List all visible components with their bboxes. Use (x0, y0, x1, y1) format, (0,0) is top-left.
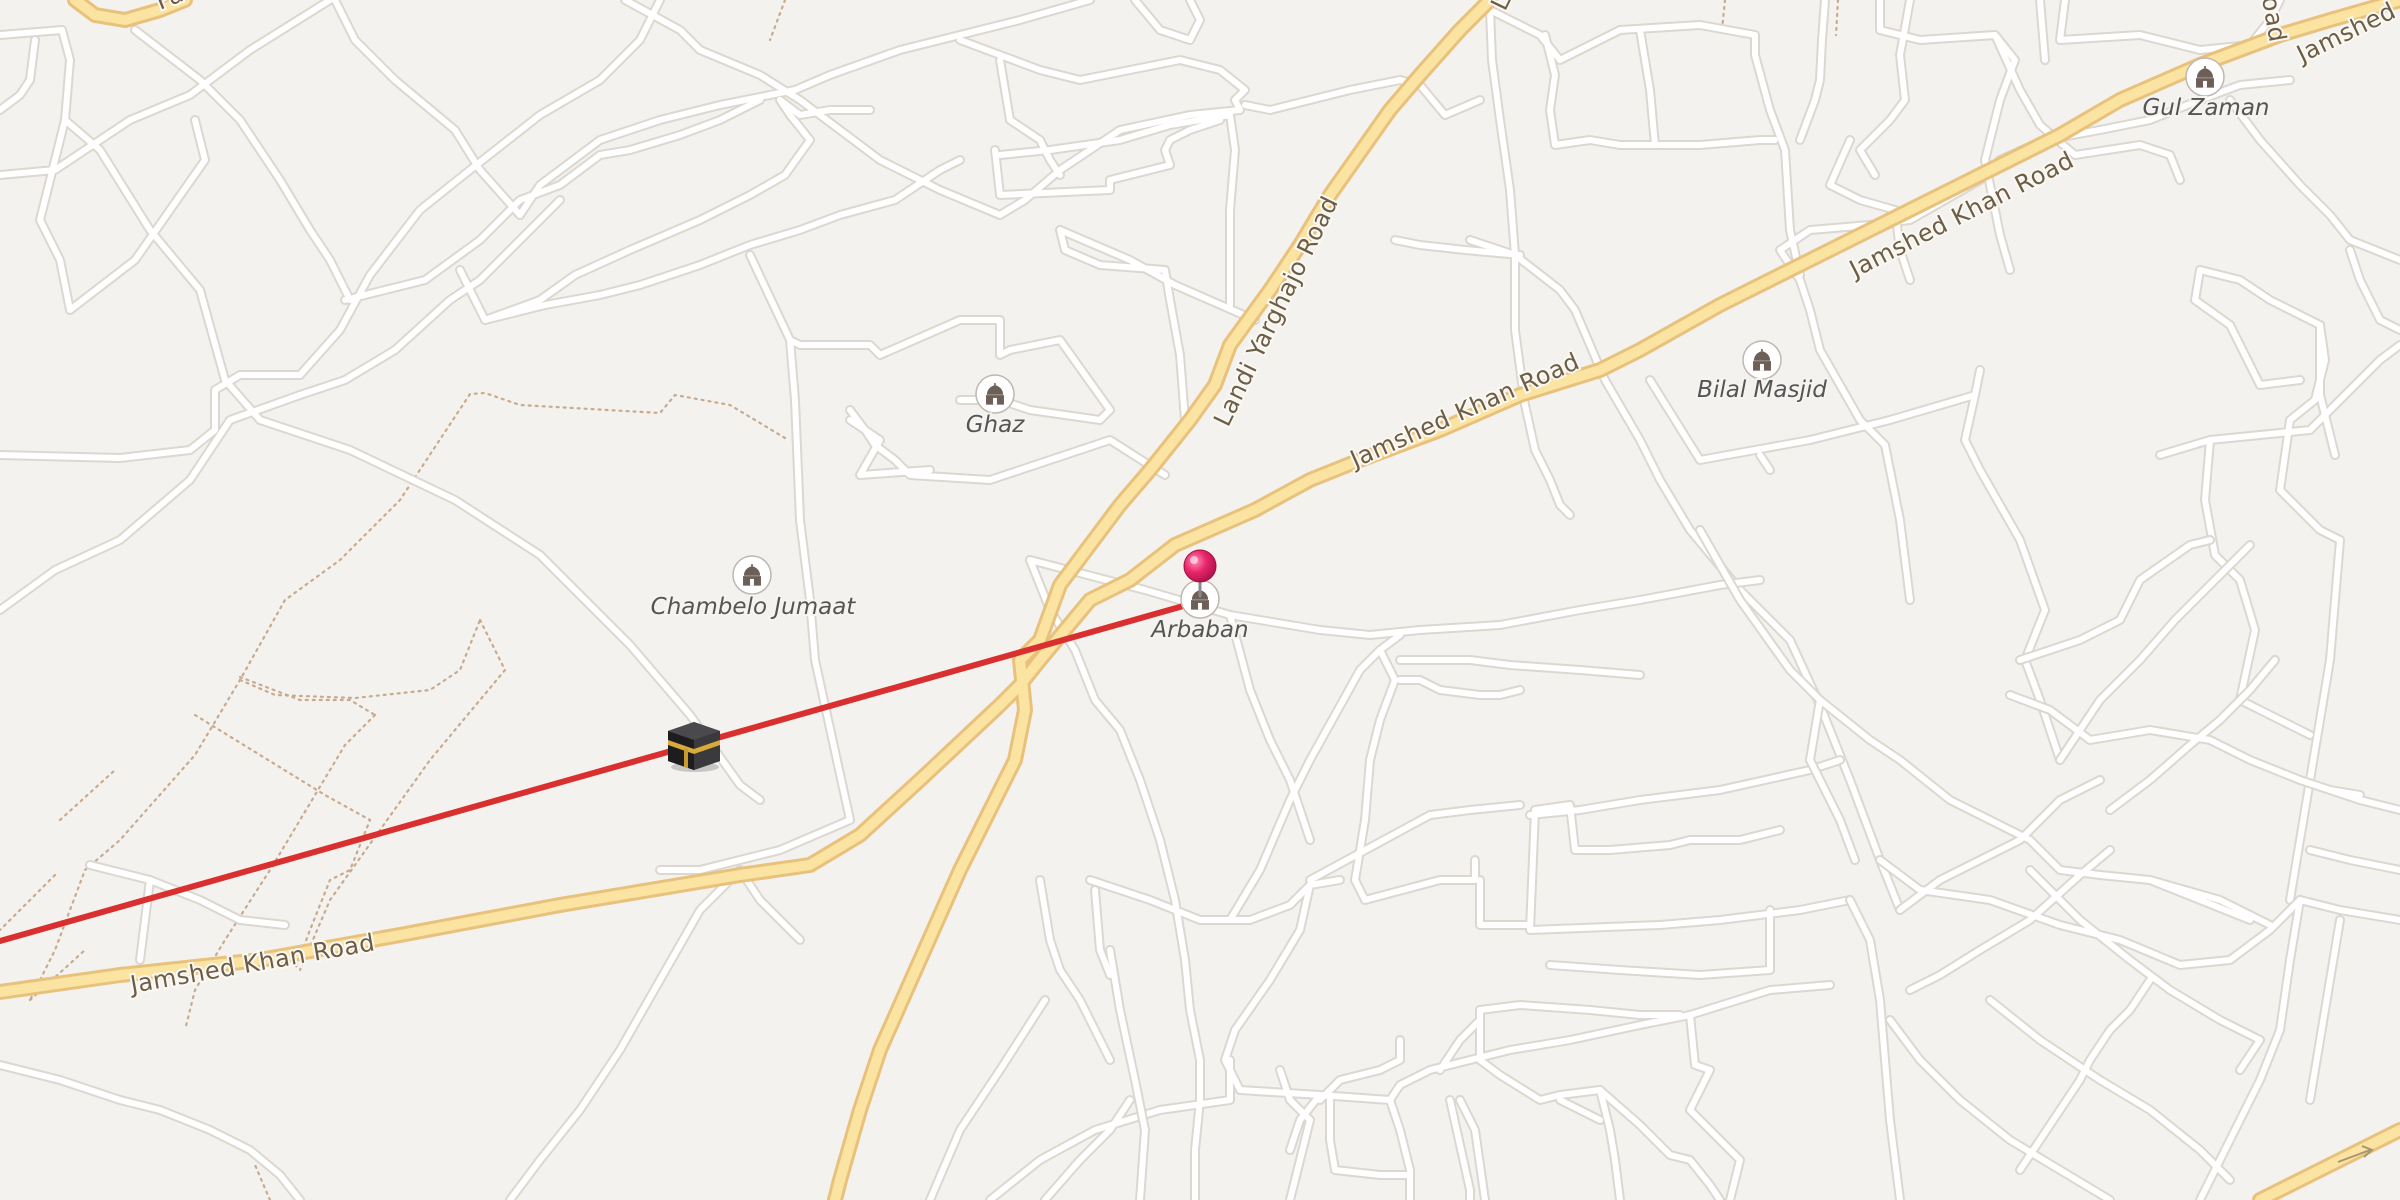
minor-roads-south (985, 555, 1855, 1200)
road-label-jamshed-khan-ne: Jamshed Khan Road (1843, 146, 2078, 284)
road-label-jamshed-khan-center: Jamshed Khan Road (1344, 347, 1584, 474)
qibla-direction-line (0, 598, 1204, 944)
poi-chambelo-jumaat[interactable]: Chambelo Jumaat (649, 555, 858, 622)
kaaba-icon[interactable] (668, 722, 720, 772)
poi-label-arbaban: Arbaban (1149, 617, 1248, 643)
minor-roads (0, 0, 1485, 875)
poi-bilal-masjid[interactable]: Bilal Masjid (1695, 340, 1829, 405)
map-canvas[interactable]: Jamshed Khan Road Jamshed Khan Road Jams… (0, 0, 2400, 1200)
poi-label-ghaz: Ghaz (966, 412, 1025, 438)
minor-roads-southwest (0, 860, 1150, 1200)
poi-label-gul-zaman: Gul Zaman (2142, 95, 2269, 121)
poi-label-chambelo-jumaat: Chambelo Jumaat (651, 594, 857, 620)
poi-label-bilal-masjid: Bilal Masjid (1697, 377, 1827, 403)
minor-roads-east (1390, 0, 2400, 915)
